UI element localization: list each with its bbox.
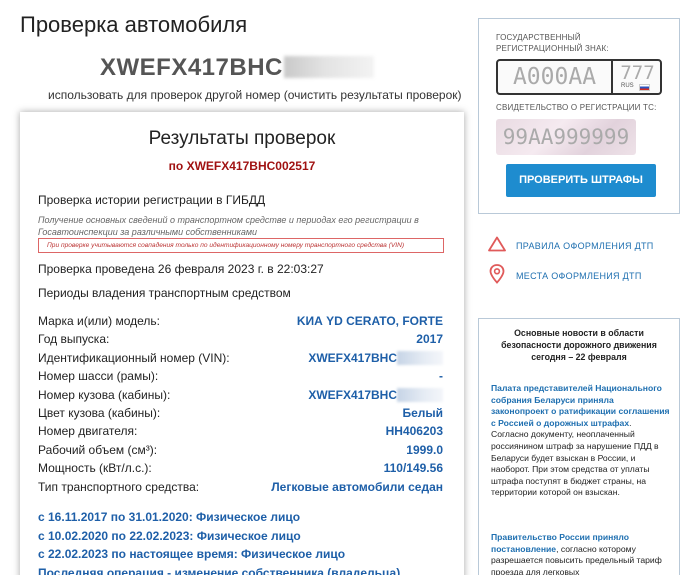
row-label: Номер шасси (рамы): [38, 369, 159, 384]
results-card: Результаты проверок по XWEFX417BHC002517… [20, 112, 464, 575]
cert-number-field[interactable]: 99АА999999 [496, 119, 636, 155]
row-label: Цвет кузова (кабины): [38, 405, 161, 420]
news-link[interactable]: Палата представителей Национального собр… [491, 383, 670, 428]
vin-value-text: XWEFX417BHC [308, 350, 397, 365]
check-date: Проверка проведена 26 февраля 2023 г. в … [38, 262, 324, 276]
row-label: Номер кузова (кабины): [38, 387, 171, 402]
plate-label: ГОСУДАРСТВЕННЫЙ РЕГИСТРАЦИОННЫЙ ЗНАК: [496, 32, 609, 54]
row-value: 1999.0 [406, 442, 443, 457]
ownership-period: с 16.11.2017 по 31.01.2020: Физическое л… [38, 510, 301, 524]
row-vin: Идентификационный номер (VIN): XWEFX417BH… [38, 349, 443, 367]
row-value-body: XWEFX417BHC [308, 387, 443, 402]
cert-label: СВИДЕТЕЛЬСТВО О РЕГИСТРАЦИИ ТС: [496, 103, 657, 112]
results-title: Результаты проверок [148, 128, 336, 149]
vin-warning-box: При проверке учитываются совпадения толь… [38, 238, 444, 253]
row-value: Белый [402, 405, 443, 420]
row-value: KИА YD CERATO, FORTE [296, 314, 443, 328]
results-subtitle: по XWEFX417BHC002517 [168, 159, 316, 173]
row-label: Марка и(или) модель: [38, 314, 160, 328]
ownership-periods: с 16.11.2017 по 31.01.2020: Физическое л… [38, 508, 458, 575]
row-label: Рабочий объем (см³): [38, 442, 158, 457]
map-pin-icon [489, 264, 505, 284]
check-fines-button[interactable]: ПРОВЕРИТЬ ШТРАФЫ [506, 164, 656, 197]
row-power: Мощность (кВт/л.с.): 110/149.56 [38, 459, 443, 477]
russia-flag-icon [639, 84, 650, 91]
other-number-link[interactable]: использовать для проверок другой номер (… [48, 88, 462, 102]
cert-number-input[interactable]: 99АА999999 [496, 119, 636, 155]
row-value: 2017 [416, 332, 443, 347]
last-operation: Последняя операция - изменение собственн… [38, 565, 401, 575]
ownership-period: с 10.02.2020 по 22.02.2023: Физическое л… [38, 528, 301, 543]
row-value: Легковые автомобили седан [271, 479, 443, 494]
news-heading: Основные новости в области безопасности … [501, 328, 657, 362]
news-item: Правительство России приняло постановлен… [491, 532, 671, 575]
row-value: - [439, 369, 443, 384]
row-value: HH406203 [385, 424, 443, 439]
plate-label-line1: ГОСУДАРСТВЕННЫЙ [496, 33, 581, 42]
plate-label-line2: РЕГИСТРАЦИОННЫЙ ЗНАК: [496, 44, 609, 53]
vehicle-info-table: Марка и(или) модель: KИА YD CERATO, FORTE… [38, 312, 443, 496]
row-value-vin: XWEFX417BHC [308, 350, 443, 365]
body-value-text: XWEFX417BHC [308, 387, 397, 402]
body-redaction [397, 387, 443, 402]
row-label: Тип транспортного средства: [38, 479, 200, 494]
row-engine: Номер двигателя: HH406203 [38, 422, 443, 440]
row-value: 110/149.56 [383, 461, 443, 476]
row-label: Идентификационный номер (VIN): [38, 350, 230, 365]
plate-check-widget: ГОСУДАРСТВЕННЫЙ РЕГИСТРАЦИОННЫЙ ЗНАК: А00… [478, 18, 680, 214]
row-chassis: Номер шасси (рамы): - [38, 367, 443, 385]
ownership-periods-title: Периоды владения транспортным средством [38, 286, 291, 300]
news-item: Палата представителей Национального собр… [491, 383, 671, 499]
row-body-number: Номер кузова (кабины): XWEFX417BHC [38, 386, 443, 404]
ownership-period: с 22.02.2023 по настоящее время: Физичес… [38, 547, 346, 561]
plate-number-field[interactable]: А000АА [498, 61, 613, 93]
accident-rules-text: ПРАВИЛА ОФОРМЛЕНИЯ ДТП [516, 241, 654, 251]
page-title: Проверка автомобиля [20, 12, 248, 37]
region-rus-label: RUS [621, 83, 634, 89]
accident-places-text: МЕСТА ОФОРМЛЕНИЯ ДТП [516, 271, 642, 281]
news-panel: Основные новости в области безопасности … [478, 318, 680, 575]
row-color: Цвет кузова (кабины): Белый [38, 404, 443, 422]
plate-region-field[interactable]: 777 RUS [615, 61, 660, 93]
row-displacement: Рабочий объем (см³): 1999.0 [38, 441, 443, 459]
region-code: 777 [620, 62, 655, 84]
row-label: Год выпуска: [38, 332, 110, 347]
vin-redaction [283, 56, 374, 78]
row-label: Мощность (кВт/л.с.): [38, 461, 152, 476]
row-make-model: Марка и(или) модель: KИА YD CERATO, FORTE [38, 312, 443, 330]
vin-heading-text: XWEFX417BHC [100, 54, 283, 81]
vin-redaction [397, 350, 443, 365]
row-year: Год выпуска: 2017 [38, 330, 443, 348]
plate-number-input[interactable]: А000АА 777 RUS [496, 59, 662, 95]
row-vehicle-type: Тип транспортного средства: Легковые авто… [38, 478, 443, 496]
registration-history-desc: Получение основных сведений о транспортн… [38, 215, 419, 237]
row-label: Номер двигателя: [38, 424, 138, 439]
warning-triangle-icon [488, 236, 506, 252]
vin-heading: XWEFX417BHC [100, 54, 374, 82]
registration-history-title: Проверка истории регистрации в ГИБДД [38, 193, 266, 207]
news-text: . Согласно документу, неоплаченный росси… [491, 417, 659, 498]
